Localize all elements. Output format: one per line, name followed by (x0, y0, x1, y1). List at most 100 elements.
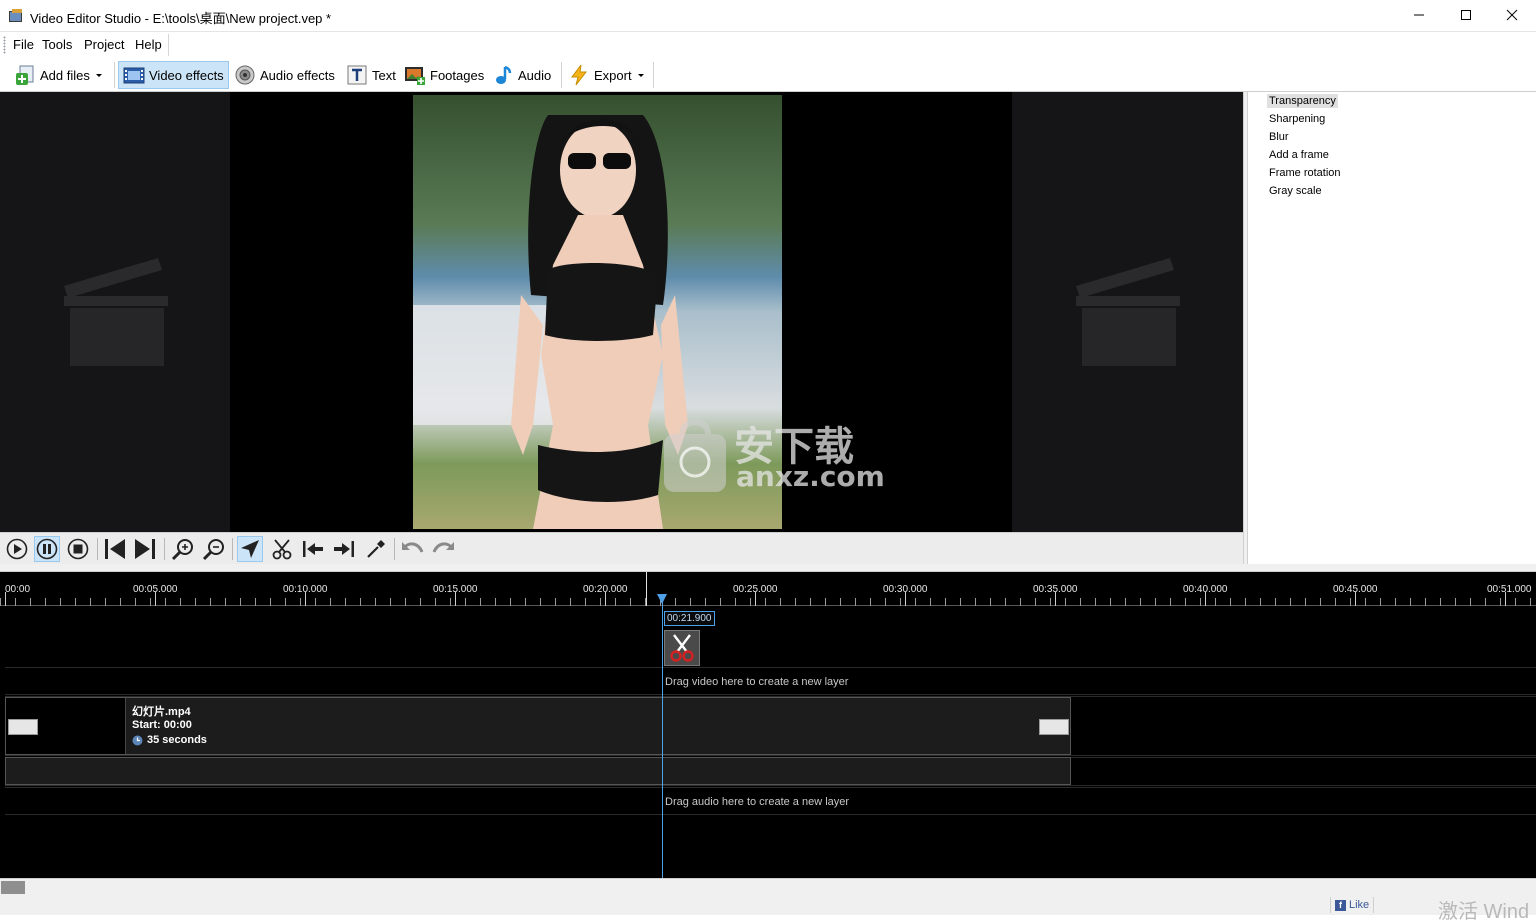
next-frame-button[interactable] (132, 536, 158, 562)
menu-help[interactable]: Help (135, 37, 162, 52)
playhead-handle[interactable] (657, 594, 667, 604)
watermark-bag-icon (664, 419, 726, 492)
clip-name: 幻灯片.mp4 (132, 706, 191, 718)
tick-label: 00:35.000 (1033, 584, 1078, 595)
watermark-en: anxz.com (736, 460, 885, 493)
previous-frame-button[interactable] (102, 536, 128, 562)
footages-label: Footages (430, 67, 485, 83)
play-icon (6, 538, 28, 560)
clock-icon (132, 735, 143, 745)
color-picker-button[interactable] (363, 536, 389, 562)
select-tool-button[interactable] (237, 536, 263, 562)
effect-sharpening[interactable]: Sharpening (1267, 112, 1327, 126)
effect-gray-scale[interactable]: Gray scale (1267, 184, 1324, 198)
minimize-button[interactable] (1396, 0, 1442, 30)
stop-icon (67, 538, 89, 560)
undo-icon (402, 542, 424, 553)
controls-separator (164, 538, 165, 560)
time-ruler[interactable]: 00:00 00:05.000 00:10.000 00:15.000 00:2… (0, 572, 1536, 606)
pause-icon (36, 538, 58, 560)
video-effects-button[interactable]: Video effects (118, 61, 229, 89)
timeline-splitter[interactable] (0, 564, 1536, 572)
scissors-icon (670, 634, 694, 662)
zoom-out-button[interactable] (201, 536, 227, 562)
facebook-icon: f (1335, 899, 1346, 911)
toolbar-separator (561, 62, 562, 88)
clip-trim-handle-right[interactable] (1039, 719, 1069, 735)
scissors-icon (272, 539, 292, 560)
close-button[interactable] (1489, 0, 1535, 30)
controls-separator (97, 538, 98, 560)
clip-trim-handle-left[interactable] (8, 719, 38, 735)
main-toolbar: Add files Video effects Audio effects Te… (0, 58, 1536, 92)
add-files-button[interactable]: Add files (10, 61, 108, 89)
chevron-down-icon (95, 74, 102, 77)
menu-project[interactable]: Project (84, 37, 124, 52)
maximize-icon (1461, 10, 1471, 20)
effect-transparency[interactable]: Transparency (1267, 94, 1338, 108)
scrollbar-thumb[interactable] (1, 881, 25, 894)
maximize-button[interactable] (1443, 0, 1489, 30)
windows-activation-watermark: 激活 Wind (1438, 901, 1530, 923)
playhead-line[interactable] (662, 594, 663, 878)
minimize-icon (1414, 14, 1424, 16)
pause-button[interactable] (34, 536, 60, 562)
play-button[interactable] (4, 536, 30, 562)
video-clip[interactable]: 幻灯片.mp4 Start: 00:00 35 seconds (5, 697, 1071, 755)
playback-controls (0, 532, 1243, 564)
clip-duration: 35 seconds (132, 734, 207, 746)
clip-duration-label: 35 seconds (147, 734, 207, 746)
audio-effects-button[interactable]: Audio effects (230, 61, 339, 89)
speaker-icon (235, 65, 255, 85)
video-drop-hint: Drag video here to create a new layer (665, 676, 849, 688)
cursor-arrow-icon (241, 540, 259, 558)
zoom-out-icon (202, 539, 224, 561)
zoom-in-button[interactable] (170, 536, 196, 562)
clip-start: Start: 00:00 (132, 719, 192, 731)
audio-clip[interactable] (5, 757, 1071, 785)
menu-bar: File Tools Project Help (0, 32, 1536, 58)
ruler-minor-ticks (0, 598, 1536, 606)
current-time-badge: 00:21.900 (664, 611, 715, 626)
tick-label: 00:30.000 (883, 584, 928, 595)
menu-file[interactable]: File (13, 37, 34, 52)
split-tool-button[interactable] (269, 536, 295, 562)
effect-frame-rotation[interactable]: Frame rotation (1267, 166, 1343, 180)
effects-list: Transparency Sharpening Blur Add a frame… (1247, 92, 1536, 564)
stop-button[interactable] (65, 536, 91, 562)
clapperboard-icon (1076, 258, 1180, 366)
like-label: Like (1349, 899, 1370, 911)
facebook-like-button[interactable]: f Like (1330, 897, 1375, 913)
trim-end-button[interactable] (331, 536, 357, 562)
footages-button[interactable]: Footages (400, 61, 488, 89)
menu-tools[interactable]: Tools (42, 37, 72, 52)
tick-label: 00:40.000 (1183, 584, 1228, 595)
controls-separator (232, 538, 233, 560)
eyedropper-icon (367, 540, 385, 558)
tick-label: 00:51.000 (1487, 584, 1532, 595)
trim-start-button[interactable] (300, 536, 326, 562)
timeline-scrollbar[interactable] (0, 878, 1536, 895)
text-button[interactable]: Text (342, 61, 400, 89)
video-preview[interactable]: 安下载 anxz.com (0, 92, 1243, 532)
menu-grip (3, 36, 6, 54)
image-icon (405, 67, 425, 85)
redo-button[interactable] (431, 536, 457, 562)
skip-forward-icon (135, 539, 155, 559)
undo-button[interactable] (399, 536, 425, 562)
tick-label: 00:15.000 (433, 584, 478, 595)
effect-add-a-frame[interactable]: Add a frame (1267, 148, 1331, 162)
add-files-label: Add files (40, 67, 90, 83)
video-effects-label: Video effects (149, 67, 224, 83)
export-button[interactable]: Export (564, 61, 650, 89)
audio-button[interactable]: Audio (488, 61, 555, 89)
trim-start-icon (303, 541, 323, 557)
tick-label: 00:45.000 (1333, 584, 1378, 595)
split-marker[interactable] (664, 630, 700, 666)
timeline[interactable]: 00:00 00:05.000 00:10.000 00:15.000 00:2… (0, 572, 1536, 878)
skip-back-icon (105, 539, 125, 559)
zoom-in-icon (171, 539, 193, 561)
clapperboard-icon (64, 258, 168, 366)
effect-blur[interactable]: Blur (1267, 130, 1291, 144)
next-clip-placeholder (1012, 92, 1243, 532)
